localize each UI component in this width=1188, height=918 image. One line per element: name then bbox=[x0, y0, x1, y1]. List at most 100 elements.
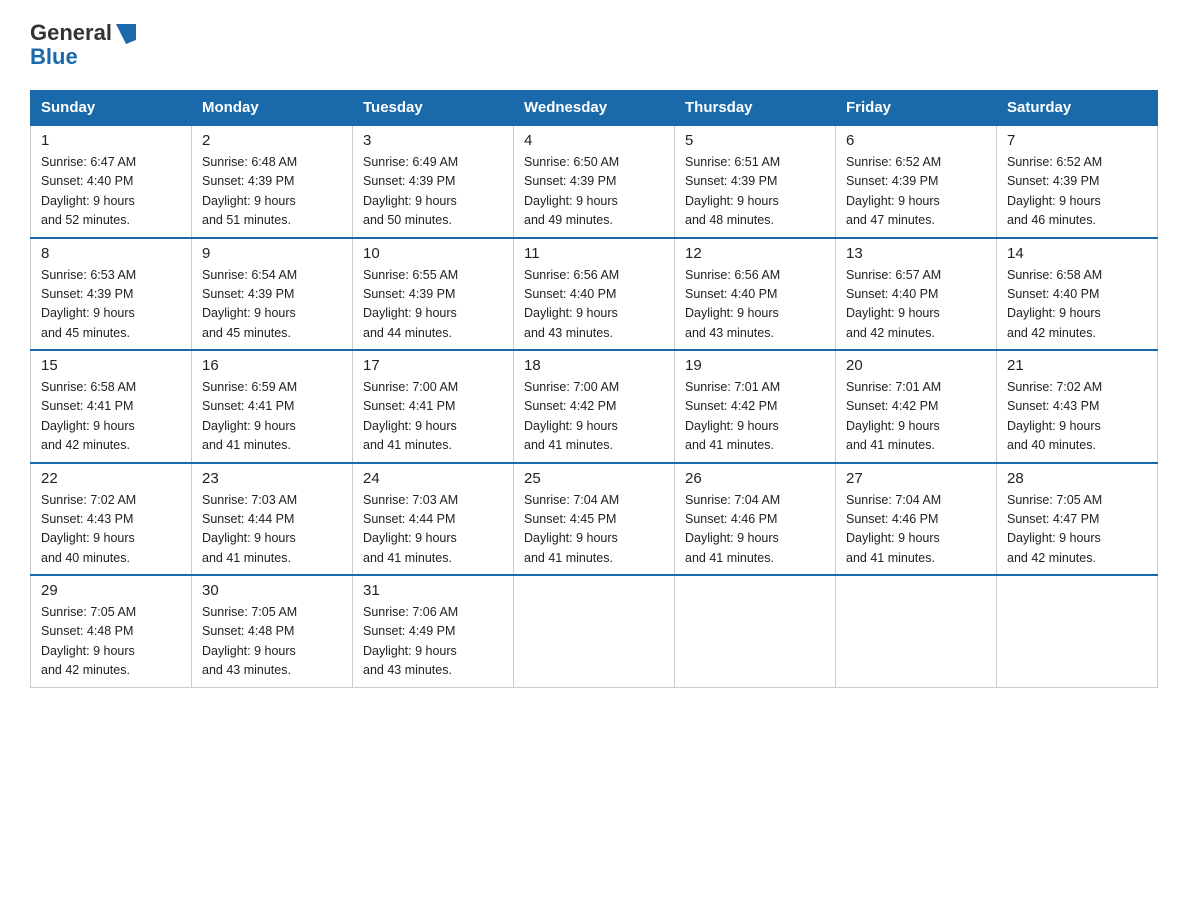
calendar-cell: 7Sunrise: 6:52 AMSunset: 4:39 PMDaylight… bbox=[997, 125, 1158, 238]
day-number: 30 bbox=[202, 582, 342, 599]
calendar-cell: 23 Sunrise: 7:03 AMSunset: 4:44 PMDayligh… bbox=[192, 463, 353, 576]
day-number: 14 bbox=[1007, 245, 1147, 262]
day-info: Sunrise: 6:56 AMSunset: 4:40 PMDaylight:… bbox=[524, 266, 664, 344]
day-number: 16 bbox=[202, 357, 342, 374]
day-number: 17 bbox=[363, 357, 503, 374]
day-info: Sunrise: 7:03 AMSunset: 4:44 PMDaylight:… bbox=[363, 491, 503, 569]
day-number: 12 bbox=[685, 245, 825, 262]
day-number: 26 bbox=[685, 470, 825, 487]
calendar-cell bbox=[514, 575, 675, 687]
day-number: 8 bbox=[41, 245, 181, 262]
day-info: Sunrise: 7:02 AMSunset: 4:43 PMDaylight:… bbox=[41, 491, 181, 569]
calendar-cell: 31Sunrise: 7:06 AMSunset: 4:49 PMDayligh… bbox=[353, 575, 514, 687]
day-number: 19 bbox=[685, 357, 825, 374]
day-info: Sunrise: 6:51 AMSunset: 4:39 PMDaylight:… bbox=[685, 153, 825, 231]
calendar-week-row: 22 Sunrise: 7:02 AMSunset: 4:43 PMDayligh… bbox=[31, 463, 1158, 576]
day-number: 15 bbox=[41, 357, 181, 374]
calendar-cell: 2Sunrise: 6:48 AMSunset: 4:39 PMDaylight… bbox=[192, 125, 353, 238]
calendar-week-row: 1 Sunrise: 6:47 AMSunset: 4:40 PMDaylight… bbox=[31, 125, 1158, 238]
calendar-cell: 8 Sunrise: 6:53 AMSunset: 4:39 PMDaylight… bbox=[31, 238, 192, 351]
day-number: 1 bbox=[41, 132, 181, 149]
calendar-header-row: SundayMondayTuesdayWednesdayThursdayFrid… bbox=[31, 91, 1158, 126]
day-number: 3 bbox=[363, 132, 503, 149]
day-number: 6 bbox=[846, 132, 986, 149]
day-info: Sunrise: 7:05 AMSunset: 4:48 PMDaylight:… bbox=[202, 603, 342, 681]
day-info: Sunrise: 6:55 AMSunset: 4:39 PMDaylight:… bbox=[363, 266, 503, 344]
day-info: Sunrise: 6:47 AMSunset: 4:40 PMDaylight:… bbox=[41, 153, 181, 231]
weekday-header-saturday: Saturday bbox=[997, 91, 1158, 126]
calendar-cell: 16 Sunrise: 6:59 AMSunset: 4:41 PMDayligh… bbox=[192, 350, 353, 463]
logo-blue: Blue bbox=[30, 44, 78, 70]
calendar-cell: 26 Sunrise: 7:04 AMSunset: 4:46 PMDayligh… bbox=[675, 463, 836, 576]
day-info: Sunrise: 7:00 AMSunset: 4:42 PMDaylight:… bbox=[524, 378, 664, 456]
calendar-cell: 21 Sunrise: 7:02 AMSunset: 4:43 PMDayligh… bbox=[997, 350, 1158, 463]
day-info: Sunrise: 7:03 AMSunset: 4:44 PMDaylight:… bbox=[202, 491, 342, 569]
day-info: Sunrise: 6:50 AMSunset: 4:39 PMDaylight:… bbox=[524, 153, 664, 231]
day-number: 21 bbox=[1007, 357, 1147, 374]
day-info: Sunrise: 7:01 AMSunset: 4:42 PMDaylight:… bbox=[846, 378, 986, 456]
calendar-cell: 20 Sunrise: 7:01 AMSunset: 4:42 PMDayligh… bbox=[836, 350, 997, 463]
day-number: 28 bbox=[1007, 470, 1147, 487]
calendar-table: SundayMondayTuesdayWednesdayThursdayFrid… bbox=[30, 90, 1158, 688]
day-number: 4 bbox=[524, 132, 664, 149]
day-info: Sunrise: 7:04 AMSunset: 4:46 PMDaylight:… bbox=[685, 491, 825, 569]
calendar-cell: 17 Sunrise: 7:00 AMSunset: 4:41 PMDayligh… bbox=[353, 350, 514, 463]
calendar-cell: 24 Sunrise: 7:03 AMSunset: 4:44 PMDayligh… bbox=[353, 463, 514, 576]
day-number: 7 bbox=[1007, 132, 1147, 149]
day-number: 13 bbox=[846, 245, 986, 262]
calendar-week-row: 15Sunrise: 6:58 AMSunset: 4:41 PMDayligh… bbox=[31, 350, 1158, 463]
day-number: 18 bbox=[524, 357, 664, 374]
calendar-cell: 28 Sunrise: 7:05 AMSunset: 4:47 PMDayligh… bbox=[997, 463, 1158, 576]
day-number: 25 bbox=[524, 470, 664, 487]
calendar-cell: 10 Sunrise: 6:55 AMSunset: 4:39 PMDayligh… bbox=[353, 238, 514, 351]
day-info: Sunrise: 7:04 AMSunset: 4:46 PMDaylight:… bbox=[846, 491, 986, 569]
day-number: 9 bbox=[202, 245, 342, 262]
logo-general: General bbox=[30, 20, 112, 46]
calendar-cell: 3 Sunrise: 6:49 AMSunset: 4:39 PMDaylight… bbox=[353, 125, 514, 238]
day-info: Sunrise: 6:57 AMSunset: 4:40 PMDaylight:… bbox=[846, 266, 986, 344]
day-number: 11 bbox=[524, 245, 664, 262]
weekday-header-monday: Monday bbox=[192, 91, 353, 126]
calendar-week-row: 29 Sunrise: 7:05 AMSunset: 4:48 PMDayligh… bbox=[31, 575, 1158, 687]
calendar-cell: 13 Sunrise: 6:57 AMSunset: 4:40 PMDayligh… bbox=[836, 238, 997, 351]
calendar-cell: 12 Sunrise: 6:56 AMSunset: 4:40 PMDayligh… bbox=[675, 238, 836, 351]
day-info: Sunrise: 6:59 AMSunset: 4:41 PMDaylight:… bbox=[202, 378, 342, 456]
day-number: 20 bbox=[846, 357, 986, 374]
calendar-cell: 22 Sunrise: 7:02 AMSunset: 4:43 PMDayligh… bbox=[31, 463, 192, 576]
calendar-cell bbox=[997, 575, 1158, 687]
day-info: Sunrise: 6:58 AMSunset: 4:40 PMDaylight:… bbox=[1007, 266, 1147, 344]
day-info: Sunrise: 7:04 AMSunset: 4:45 PMDaylight:… bbox=[524, 491, 664, 569]
calendar-cell bbox=[836, 575, 997, 687]
day-info: Sunrise: 6:49 AMSunset: 4:39 PMDaylight:… bbox=[363, 153, 503, 231]
day-number: 29 bbox=[41, 582, 181, 599]
calendar-cell: 14 Sunrise: 6:58 AMSunset: 4:40 PMDayligh… bbox=[997, 238, 1158, 351]
day-number: 10 bbox=[363, 245, 503, 262]
day-info: Sunrise: 7:05 AMSunset: 4:47 PMDaylight:… bbox=[1007, 491, 1147, 569]
calendar-cell: 19 Sunrise: 7:01 AMSunset: 4:42 PMDayligh… bbox=[675, 350, 836, 463]
calendar-cell: 9 Sunrise: 6:54 AMSunset: 4:39 PMDaylight… bbox=[192, 238, 353, 351]
weekday-header-friday: Friday bbox=[836, 91, 997, 126]
day-info: Sunrise: 6:48 AMSunset: 4:39 PMDaylight:… bbox=[202, 153, 342, 231]
day-number: 31 bbox=[363, 582, 503, 599]
day-number: 24 bbox=[363, 470, 503, 487]
calendar-cell: 30 Sunrise: 7:05 AMSunset: 4:48 PMDayligh… bbox=[192, 575, 353, 687]
day-info: Sunrise: 6:53 AMSunset: 4:39 PMDaylight:… bbox=[41, 266, 181, 344]
day-info: Sunrise: 7:02 AMSunset: 4:43 PMDaylight:… bbox=[1007, 378, 1147, 456]
day-number: 22 bbox=[41, 470, 181, 487]
calendar-cell: 27Sunrise: 7:04 AMSunset: 4:46 PMDayligh… bbox=[836, 463, 997, 576]
calendar-cell: 1 Sunrise: 6:47 AMSunset: 4:40 PMDaylight… bbox=[31, 125, 192, 238]
day-info: Sunrise: 7:00 AMSunset: 4:41 PMDaylight:… bbox=[363, 378, 503, 456]
day-info: Sunrise: 7:05 AMSunset: 4:48 PMDaylight:… bbox=[41, 603, 181, 681]
day-number: 23 bbox=[202, 470, 342, 487]
calendar-cell: 5 Sunrise: 6:51 AMSunset: 4:39 PMDaylight… bbox=[675, 125, 836, 238]
page-header: General Blue bbox=[30, 20, 1158, 70]
calendar-cell: 4 Sunrise: 6:50 AMSunset: 4:39 PMDaylight… bbox=[514, 125, 675, 238]
logo: General Blue bbox=[30, 20, 138, 70]
calendar-cell: 15Sunrise: 6:58 AMSunset: 4:41 PMDayligh… bbox=[31, 350, 192, 463]
weekday-header-sunday: Sunday bbox=[31, 91, 192, 126]
day-info: Sunrise: 7:01 AMSunset: 4:42 PMDaylight:… bbox=[685, 378, 825, 456]
day-info: Sunrise: 6:54 AMSunset: 4:39 PMDaylight:… bbox=[202, 266, 342, 344]
calendar-week-row: 8 Sunrise: 6:53 AMSunset: 4:39 PMDaylight… bbox=[31, 238, 1158, 351]
day-info: Sunrise: 6:56 AMSunset: 4:40 PMDaylight:… bbox=[685, 266, 825, 344]
day-number: 5 bbox=[685, 132, 825, 149]
